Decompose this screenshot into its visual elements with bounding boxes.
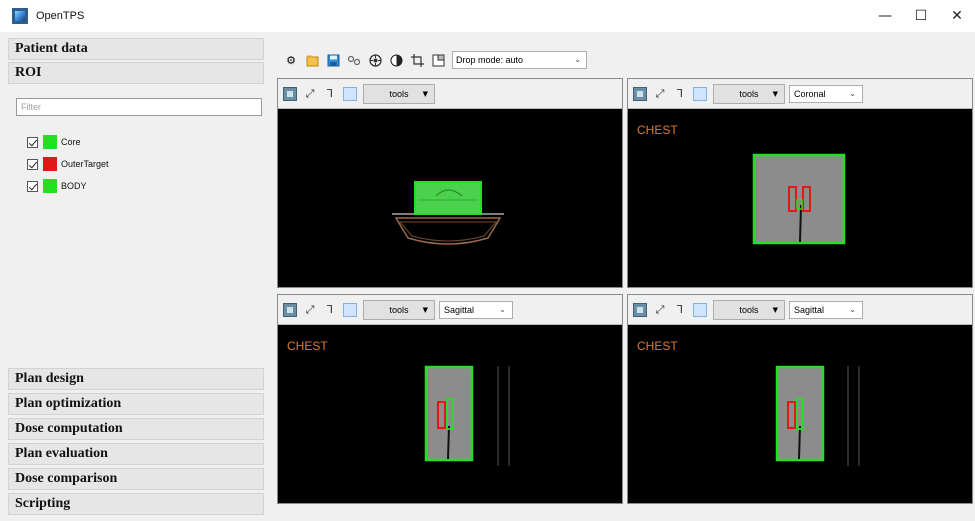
tools-dropdown[interactable]: tools ▼	[363, 299, 435, 320]
viewer-top-right[interactable]: ⤢ ⅂ tools ▼ Coronal ⌄ CHEST	[627, 78, 973, 288]
title-bar: OpenTPS — ☐ ✕	[0, 0, 975, 32]
viewer-bottom-left[interactable]: ⤢ ⅂ tools ▼ Sagittal ⌄ CHEST	[277, 294, 623, 504]
window-level-icon[interactable]	[693, 86, 707, 101]
roi-label: BODY	[61, 181, 87, 191]
minimize-button[interactable]: —	[867, 0, 903, 32]
roi-filter-input[interactable]	[16, 98, 262, 116]
roi-color-swatch	[43, 135, 57, 149]
roi-checkbox[interactable]	[27, 180, 38, 192]
contrast-icon[interactable]	[389, 53, 403, 67]
section-plan-optimization[interactable]: Plan optimization	[8, 393, 264, 415]
target-icon[interactable]	[368, 53, 382, 67]
window-level-icon[interactable]	[343, 302, 357, 317]
viewer-bottom-right[interactable]: ⤢ ⅂ tools ▼ Sagittal ⌄ CHEST	[627, 294, 973, 504]
section-dose-comparison[interactable]: Dose comparison	[8, 468, 264, 490]
drop-mode-value: Drop mode: auto	[456, 55, 524, 65]
image-icon[interactable]	[283, 302, 297, 317]
image-icon[interactable]	[283, 86, 297, 101]
save-icon[interactable]	[326, 53, 340, 67]
profile-icon[interactable]: ⅂	[323, 87, 337, 101]
app-logo-icon	[12, 8, 28, 24]
triangle-down-icon: ▼	[422, 89, 428, 98]
chevron-down-icon: ⌄	[849, 89, 856, 98]
ruler-icon[interactable]: ⤢	[303, 303, 317, 317]
window-level-icon[interactable]	[693, 302, 707, 317]
section-plan-evaluation[interactable]: Plan evaluation	[8, 443, 264, 465]
window-controls: — ☐ ✕	[867, 0, 975, 32]
chevron-down-icon: ⌄	[849, 305, 856, 314]
tools-dropdown[interactable]: tools ▼	[363, 83, 435, 104]
view-orientation-value: Sagittal	[444, 304, 475, 315]
image-icon[interactable]	[633, 302, 647, 317]
tools-dropdown[interactable]: tools ▼	[713, 83, 785, 104]
chevron-down-icon: ⌄	[499, 305, 506, 314]
sagittal-image[interactable]	[628, 326, 972, 503]
layout-icon[interactable]	[431, 53, 445, 67]
triangle-down-icon: ▼	[772, 89, 778, 98]
view-orientation-select[interactable]: Coronal ⌄	[789, 84, 863, 103]
profile-icon[interactable]: ⅂	[673, 87, 687, 101]
drop-mode-select[interactable]: Drop mode: auto ⌄	[452, 51, 587, 69]
viewer-toolbar: ⤢ ⅂ tools ▼	[278, 79, 622, 109]
roi-item-core[interactable]: Core	[27, 134, 81, 150]
axial-image[interactable]	[278, 110, 622, 287]
tools-dropdown[interactable]: tools ▼	[713, 299, 785, 320]
view-orientation-select[interactable]: Sagittal ⌄	[789, 300, 863, 319]
tools-label: tools	[739, 304, 759, 315]
ruler-icon[interactable]: ⤢	[653, 87, 667, 101]
view-orientation-value: Coronal	[794, 88, 826, 99]
viewer-toolbar: ⤢ ⅂ tools ▼ Sagittal ⌄	[628, 295, 972, 325]
main-toolbar: ⚙ Drop mode: auto ⌄	[284, 50, 587, 70]
left-panel: Patient data ROI Core OuterTarget BODY P…	[8, 38, 264, 518]
gear-icon[interactable]: ⚙	[284, 53, 298, 67]
section-roi[interactable]: ROI	[8, 62, 264, 84]
chevron-down-icon: ⌄	[574, 55, 581, 64]
section-plan-design[interactable]: Plan design	[8, 368, 264, 390]
roi-panel: Core OuterTarget BODY	[8, 90, 264, 400]
roi-label: Core	[61, 137, 81, 147]
view-orientation-value: Sagittal	[794, 304, 825, 315]
section-patient-data[interactable]: Patient data	[8, 38, 264, 60]
roi-label: OuterTarget	[61, 159, 109, 169]
window-title: OpenTPS	[36, 10, 85, 22]
tools-label: tools	[389, 304, 409, 315]
image-icon[interactable]	[633, 86, 647, 101]
coronal-image[interactable]	[628, 110, 972, 287]
roi-item-outertarget[interactable]: OuterTarget	[27, 156, 109, 172]
roi-color-swatch	[43, 157, 57, 171]
roi-item-body[interactable]: BODY	[27, 178, 87, 194]
maximize-button[interactable]: ☐	[903, 0, 939, 32]
view-orientation-select[interactable]: Sagittal ⌄	[439, 300, 513, 319]
triangle-down-icon: ▼	[422, 305, 428, 314]
roi-checkbox[interactable]	[27, 136, 38, 148]
ruler-icon[interactable]: ⤢	[653, 303, 667, 317]
crop-icon[interactable]	[410, 53, 424, 67]
close-button[interactable]: ✕	[939, 0, 975, 32]
profile-icon[interactable]: ⅂	[323, 303, 337, 317]
folder-icon[interactable]	[305, 53, 319, 67]
viewer-top-left[interactable]: ⤢ ⅂ tools ▼	[277, 78, 623, 288]
section-dose-computation[interactable]: Dose computation	[8, 418, 264, 440]
roi-checkbox[interactable]	[27, 158, 38, 170]
tools-label: tools	[739, 88, 759, 99]
roi-color-swatch	[43, 179, 57, 193]
section-scripting[interactable]: Scripting	[8, 493, 264, 515]
sagittal-image[interactable]	[278, 326, 622, 503]
link-icon[interactable]	[347, 53, 361, 67]
tools-label: tools	[389, 88, 409, 99]
ruler-icon[interactable]: ⤢	[303, 87, 317, 101]
triangle-down-icon: ▼	[772, 305, 778, 314]
viewer-toolbar: ⤢ ⅂ tools ▼ Coronal ⌄	[628, 79, 972, 109]
window-level-icon[interactable]	[343, 86, 357, 101]
profile-icon[interactable]: ⅂	[673, 303, 687, 317]
viewer-toolbar: ⤢ ⅂ tools ▼ Sagittal ⌄	[278, 295, 622, 325]
